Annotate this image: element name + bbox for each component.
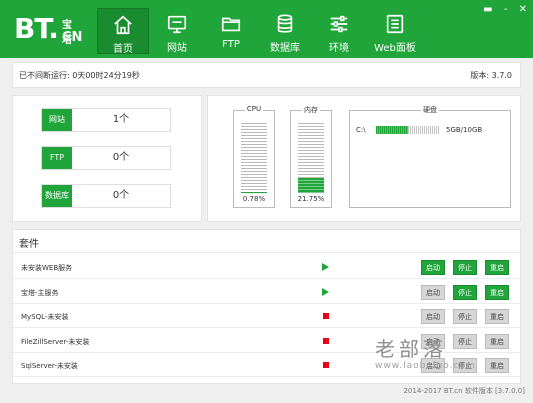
disk-usage-text: 5GB/10GB — [446, 126, 483, 134]
stat-ftp-label: FTP — [42, 147, 72, 169]
cpu-gauge-title: CPU — [244, 105, 264, 113]
start-button[interactable]: 启动 — [421, 260, 445, 275]
stat-website[interactable]: 网站 1个 — [41, 108, 171, 132]
logo-text: BT. — [14, 12, 59, 45]
services-title: 套件 — [19, 239, 39, 250]
stop-button[interactable]: 停止 — [453, 309, 477, 324]
restart-button[interactable]: 重启 — [485, 358, 509, 373]
nav-home[interactable]: 首页 — [97, 8, 149, 55]
cpu-gauge: CPU 0.78% — [233, 105, 275, 208]
restart-button[interactable]: 重启 — [485, 260, 509, 275]
panel-list-icon — [386, 14, 404, 34]
sliders-icon — [330, 15, 348, 33]
stats-panel: 网站 1个 FTP 0个 数据库 0个 — [12, 95, 202, 222]
logo-cn: CN — [62, 30, 83, 45]
nav-home-label: 首页 — [113, 44, 133, 55]
stat-website-label: 网站 — [42, 109, 72, 131]
cpu-gauge-percent: 0.78% — [242, 195, 266, 203]
start-button[interactable]: 启动 — [421, 284, 445, 300]
nav-web-panel[interactable]: Web面板 — [369, 8, 421, 54]
memory-gauge-bar — [298, 123, 324, 193]
database-icon — [277, 14, 293, 33]
stat-database-value: 0个 — [112, 190, 130, 201]
running-status-icon — [322, 263, 329, 271]
services-divider — [13, 252, 520, 253]
cpu-gauge-bar — [241, 123, 267, 193]
nav-environment[interactable]: 环境 — [313, 8, 365, 54]
uptime-text: 已不间断运行: 0天00时24分19秒 — [19, 71, 140, 80]
stat-ftp[interactable]: FTP 0个 — [41, 146, 171, 170]
cpu-gauge-fill — [241, 192, 267, 193]
menu-button[interactable]: ▬ — [483, 4, 492, 15]
status-bar: 已不间断运行: 0天00时24分19秒 版本: 3.7.0 — [12, 62, 521, 88]
service-name: 未安装WEB服务 — [21, 264, 73, 272]
watermark: 老部落 www.laobuluo.com — [375, 333, 475, 371]
nav-ftp-label: FTP — [222, 39, 240, 50]
memory-gauge-percent: 21.75% — [297, 195, 325, 203]
resource-panel: CPU 0.78% 内存 21.75% 硬盘 C:\ 5GB/10GB — [207, 95, 521, 222]
disk-gauge-title: 硬盘 — [421, 106, 439, 114]
header-bar: BT. 宝塔 CN 首页 网站 FTP 数据库 环境 Web面板 ▬ - ✕ — [0, 0, 533, 58]
memory-gauge-title: 内存 — [302, 106, 320, 114]
stat-ftp-value: 0个 — [112, 152, 130, 163]
memory-gauge: 内存 21.75% — [290, 106, 332, 208]
stopped-status-icon — [323, 337, 329, 344]
disk-gauge: 硬盘 C:\ 5GB/10GB — [349, 106, 511, 208]
stat-database-label: 数据库 — [42, 185, 72, 207]
home-icon — [114, 15, 132, 35]
stat-website-value: 1个 — [112, 114, 130, 125]
footer: 2014-2017 BT.cn 软件版本 [3.7.0.0] — [0, 384, 533, 403]
disk-usage-fill — [376, 126, 408, 134]
disk-usage-bar — [376, 126, 440, 134]
service-row-bt-main-service: 宝塔-主服务 启动 停止 重启 — [13, 280, 520, 304]
folder-icon — [221, 17, 241, 32]
stopped-status-icon — [323, 313, 329, 319]
start-button[interactable]: 启动 — [421, 309, 445, 324]
footer-copyright: 2014-2017 BT.cn 软件版本 [3.7.0.0] — [403, 387, 525, 395]
nav-environment-label: 环境 — [329, 43, 349, 54]
nav-database-label: 数据库 — [270, 43, 300, 54]
service-name: MySQL-未安装 — [21, 313, 69, 321]
service-name: SqlServer-未安装 — [21, 362, 78, 370]
nav-website-label: 网站 — [167, 43, 187, 54]
watermark-line1: 老部落 — [375, 337, 447, 361]
nav-web-panel-label: Web面板 — [374, 43, 416, 54]
minimize-button[interactable]: - — [504, 4, 508, 15]
service-row-mysql: MySQL-未安装 启动 停止 重启 — [13, 304, 520, 328]
restart-button[interactable]: 重启 — [485, 309, 509, 324]
monitor-icon — [167, 15, 187, 34]
watermark-line2: www.laobuluo.com — [375, 361, 476, 371]
memory-gauge-fill — [298, 177, 324, 193]
nav-database[interactable]: 数据库 — [259, 8, 311, 54]
service-name: FileZillServer-未安装 — [21, 337, 90, 346]
stop-button[interactable]: 停止 — [453, 284, 477, 300]
close-button[interactable]: ✕ — [519, 4, 527, 15]
stat-database[interactable]: 数据库 0个 — [41, 184, 171, 208]
restart-button[interactable]: 重启 — [485, 333, 509, 349]
disk-drive-label: C:\ — [356, 126, 366, 134]
version-text: 版本: 3.7.0 — [470, 71, 512, 80]
stop-button[interactable]: 停止 — [453, 260, 477, 275]
window-controls: ▬ - ✕ — [475, 4, 527, 15]
disk-row-c: C:\ 5GB/10GB — [356, 125, 506, 135]
service-row-web-service: 未安装WEB服务 启动 停止 重启 — [13, 255, 520, 279]
service-name: 宝塔-主服务 — [21, 288, 59, 297]
stop-button[interactable]: 停止 — [453, 333, 477, 349]
restart-button[interactable]: 重启 — [485, 284, 509, 300]
nav-website[interactable]: 网站 — [151, 8, 203, 54]
nav-ftp[interactable]: FTP — [205, 8, 257, 54]
running-status-icon — [322, 287, 329, 296]
stopped-status-icon — [323, 362, 329, 368]
